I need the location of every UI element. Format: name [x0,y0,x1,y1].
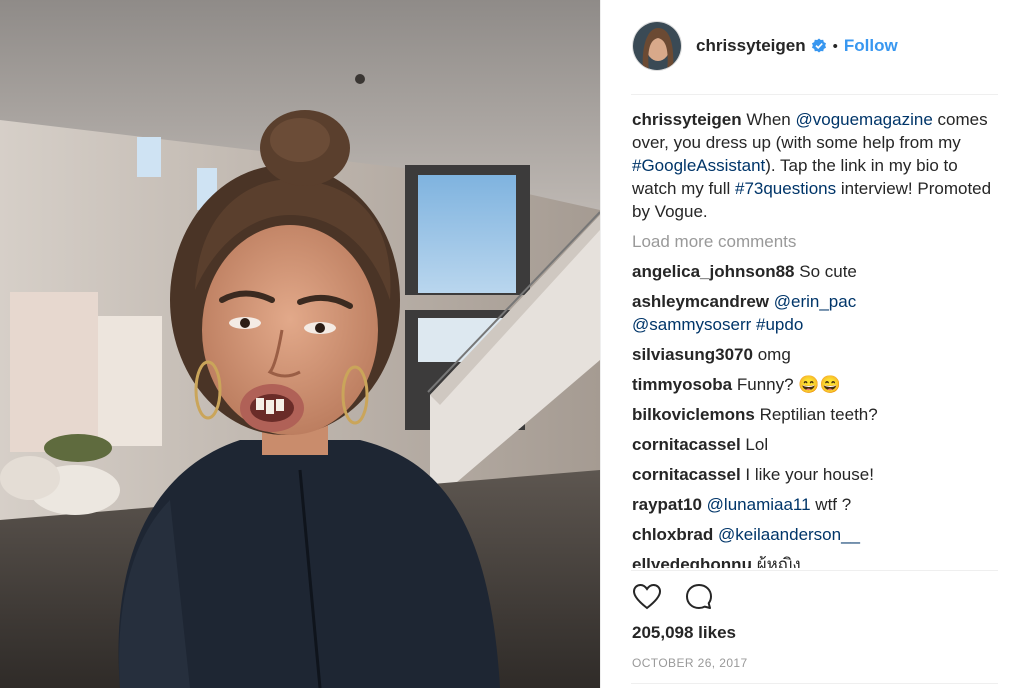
post-header: chrissyteigen • Follow [632,18,898,74]
caption-hashtag-link[interactable]: #GoogleAssistant [632,156,765,175]
comment-item: cornitacassel Lol [632,433,1004,456]
comment-username[interactable]: silviasung3070 [632,345,753,364]
post-date: OCTOBER 26, 2017 [632,656,748,670]
likes-count[interactable]: 205,098 likes [632,623,736,643]
comment-text: Funny? 😄😄 [736,375,841,394]
comments-list[interactable]: chrissyteigen When @voguemagazine comes … [632,108,1004,568]
caption-mention-link[interactable]: @voguemagazine [795,110,932,129]
follow-button[interactable]: Follow [844,36,898,56]
comment-item: timmyosoba Funny? 😄😄 [632,373,1004,396]
verified-badge-icon [811,38,826,53]
post-side-panel: chrissyteigen • Follow chrissyteigen Whe… [600,0,1024,688]
header-separator: • [832,37,838,55]
comment-text: Reptilian teeth? [759,405,878,424]
comment-text: wtf ? [810,495,852,514]
caption-hashtag-link[interactable]: #73questions [735,179,836,198]
caption-text: When [746,110,796,129]
comment-item: silviasung3070 omg [632,343,1004,366]
comment-username[interactable]: cornitacassel [632,465,741,484]
comment-username[interactable]: angelica_johnson88 [632,262,795,281]
comment-username[interactable]: cornitacassel [632,435,741,454]
comment-item: cornitacassel I like your house! [632,463,1004,486]
comment-mention-link[interactable]: @lunamiaa11 [707,495,811,514]
comment-item: angelica_johnson88 So cute [632,260,1004,283]
caption-username[interactable]: chrissyteigen [632,110,742,129]
bottom-divider [631,683,998,684]
comment-mention-link[interactable]: @erin_pac [774,292,856,311]
post-photo[interactable] [0,0,600,688]
avatar-image [633,22,681,70]
comment-username[interactable]: ashleymcandrew [632,292,769,311]
comment-mention-link[interactable]: @keilaanderson__ [718,525,860,544]
comment-username[interactable]: bilkoviclemons [632,405,755,424]
comment-item: chloxbrad @keilaanderson__ [632,523,1004,546]
comment-username[interactable]: raypat10 [632,495,702,514]
header-divider [631,94,998,95]
post-actions [632,582,736,612]
comment-username[interactable]: timmyosoba [632,375,732,394]
username-link[interactable]: chrissyteigen [696,36,806,56]
comment-username[interactable]: ellyedeghonnu [632,555,752,568]
avatar[interactable] [632,21,682,71]
comment-bubble-icon[interactable] [684,582,714,612]
comment-mention-link[interactable]: @sammysoserr [632,315,751,334]
comment-text: So cute [799,262,857,281]
comment-item: ashleymcandrew @erin_pac @sammysoserr #u… [632,290,1004,336]
comment-hashtag-link[interactable]: #updo [756,315,803,334]
comment-item: ellyedeghonnu ผู้หญิง [632,553,1004,568]
instagram-post: chrissyteigen • Follow chrissyteigen Whe… [0,0,1024,688]
actions-divider [631,570,998,571]
post-caption: chrissyteigen When @voguemagazine comes … [632,108,1004,223]
selfie-photo-illustration [0,0,600,688]
comment-text: ผู้หญิง [756,555,801,568]
comment-text: omg [757,345,791,364]
comment-username[interactable]: chloxbrad [632,525,713,544]
comment-text: I like your house! [745,465,874,484]
heart-icon[interactable] [632,582,662,612]
load-more-comments-button[interactable]: Load more comments [632,230,1004,253]
comment-item: bilkoviclemons Reptilian teeth? [632,403,1004,426]
comment-text: Lol [745,435,769,454]
comment-item: raypat10 @lunamiaa11 wtf ? [632,493,1004,516]
